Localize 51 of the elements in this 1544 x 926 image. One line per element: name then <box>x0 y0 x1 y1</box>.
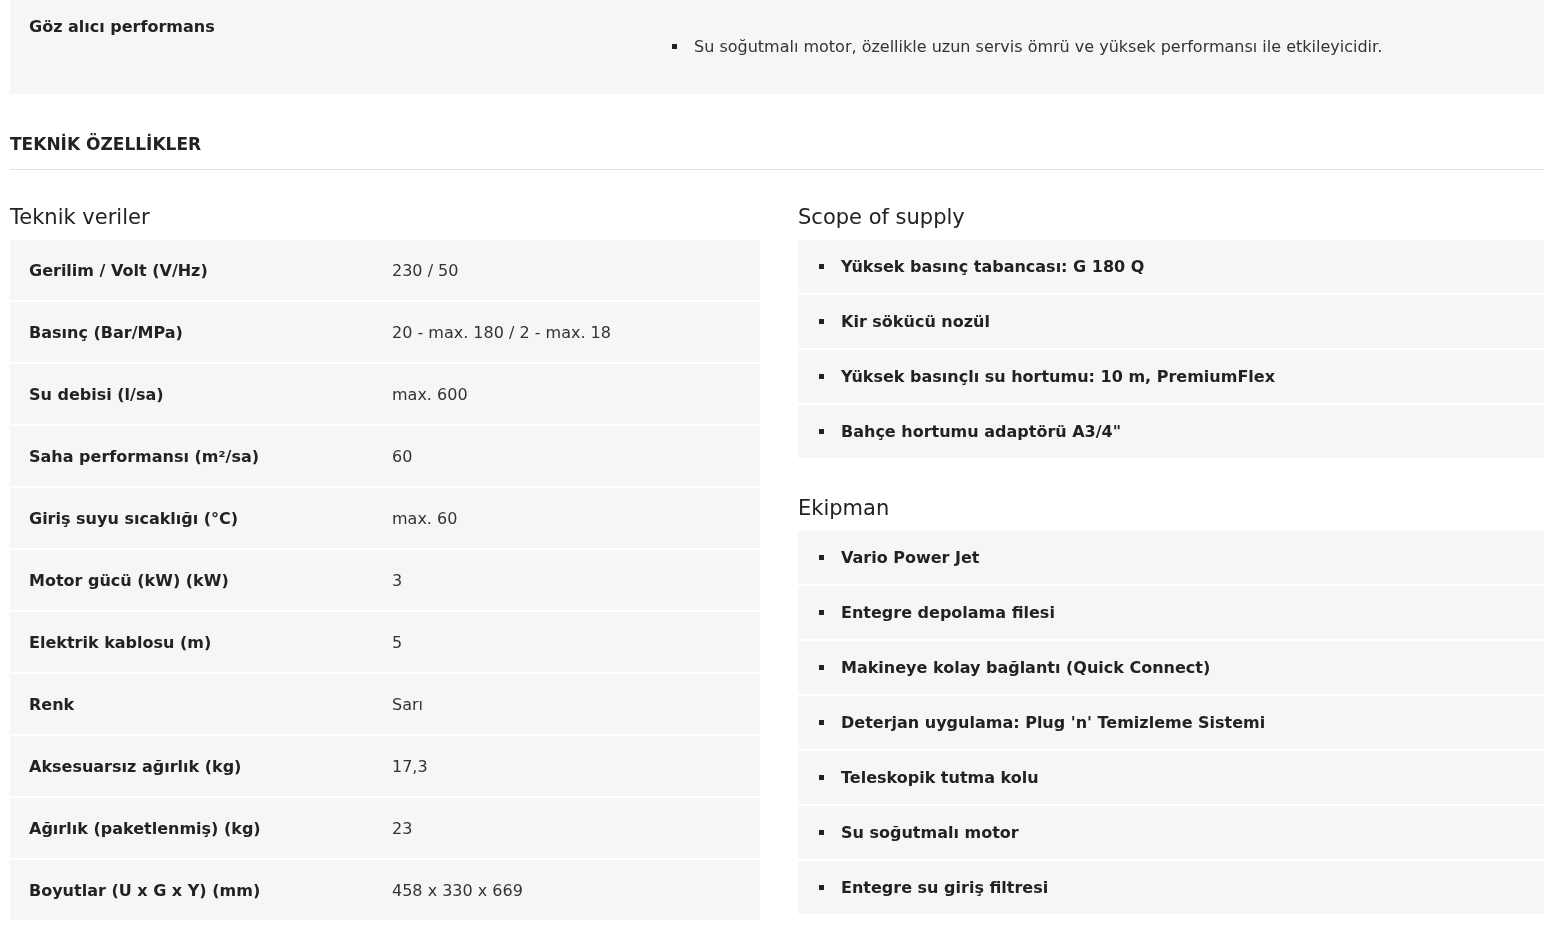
bullet-icon <box>819 885 824 890</box>
row-label: Renk <box>29 694 76 714</box>
row-value: 458 x 330 x 669 <box>392 880 524 900</box>
row-label: Aksesuarsız ağırlık (kg) <box>29 756 243 776</box>
list-item-text: Bahçe hortumu adaptörü A3/4" <box>841 422 1122 441</box>
highlight-text: Su soğutmalı motor, özellikle uzun servis ömrü ve yüksek performansı ile etkileyicidir. <box>694 37 1383 56</box>
row-label: Motor gücü (kW) (kW) <box>29 570 230 590</box>
row-value: 3 <box>392 570 404 590</box>
list-item-text: Entegre su giriş filtresi <box>841 878 1049 897</box>
bullet-icon <box>819 665 824 670</box>
bullet-icon <box>819 830 824 835</box>
section-heading: Ekipman <box>798 495 891 521</box>
row-label: Giriş suyu sıcaklığı (°C) <box>29 508 240 528</box>
row-label: Saha performansı (m²/sa) <box>29 446 261 466</box>
row-value: 17,3 <box>392 756 429 776</box>
bullet-icon <box>819 319 824 324</box>
row-value: 230 / 50 <box>392 260 460 280</box>
list-item-text: Yüksek basınç tabancası: G 180 Q <box>841 257 1145 276</box>
row-value: Sarı <box>392 694 424 714</box>
section-heading: Scope of supply <box>798 204 966 230</box>
highlight-label: Göz alıcı performans <box>29 17 216 36</box>
row-value: max. 60 <box>392 508 459 528</box>
row-label: Ağırlık (paketlenmiş) (kg) <box>29 818 262 838</box>
bullet-icon <box>819 720 824 725</box>
list-item-text: Su soğutmalı motor <box>841 823 1019 842</box>
row-label: Elektrik kablosu (m) <box>29 632 213 652</box>
bullet-icon <box>672 44 677 49</box>
bullet-icon <box>819 610 824 615</box>
section-title: TEKNİK ÖZELLİKLER <box>10 132 1544 170</box>
row-value: 60 <box>392 446 414 466</box>
section-heading: Teknik veriler <box>10 204 151 230</box>
list-item-text: Kir sökücü nozül <box>841 312 990 331</box>
row-label: Boyutlar (U x G x Y) (mm) <box>29 880 262 900</box>
list-item-text: Vario Power Jet <box>841 548 980 567</box>
list-item-text: Entegre depolama filesi <box>841 603 1055 622</box>
row-value: 23 <box>392 818 414 838</box>
row-value: max. 600 <box>392 384 469 404</box>
list-item-text: Yüksek basınçlı su hortumu: 10 m, PremiumFlex <box>841 367 1275 386</box>
bullet-icon <box>819 374 824 379</box>
row-label: Su debisi (l/sa) <box>29 384 165 404</box>
bullet-icon <box>819 429 824 434</box>
bullet-icon <box>819 264 824 269</box>
row-value: 5 <box>392 632 404 652</box>
row-value: 20 - max. 180 / 2 - max. 18 <box>392 322 612 342</box>
row-label: Basınç (Bar/MPa) <box>29 322 184 342</box>
list-item-text: Makineye kolay bağlantı (Quick Connect) <box>841 658 1211 677</box>
list-item-text: Deterjan uygulama: Plug 'n' Temizleme Sistemi <box>841 713 1266 732</box>
bullet-icon <box>819 555 824 560</box>
list-item-text: Teleskopik tutma kolu <box>841 768 1039 787</box>
bullet-icon <box>819 775 824 780</box>
row-label: Gerilim / Volt (V/Hz) <box>29 260 209 280</box>
